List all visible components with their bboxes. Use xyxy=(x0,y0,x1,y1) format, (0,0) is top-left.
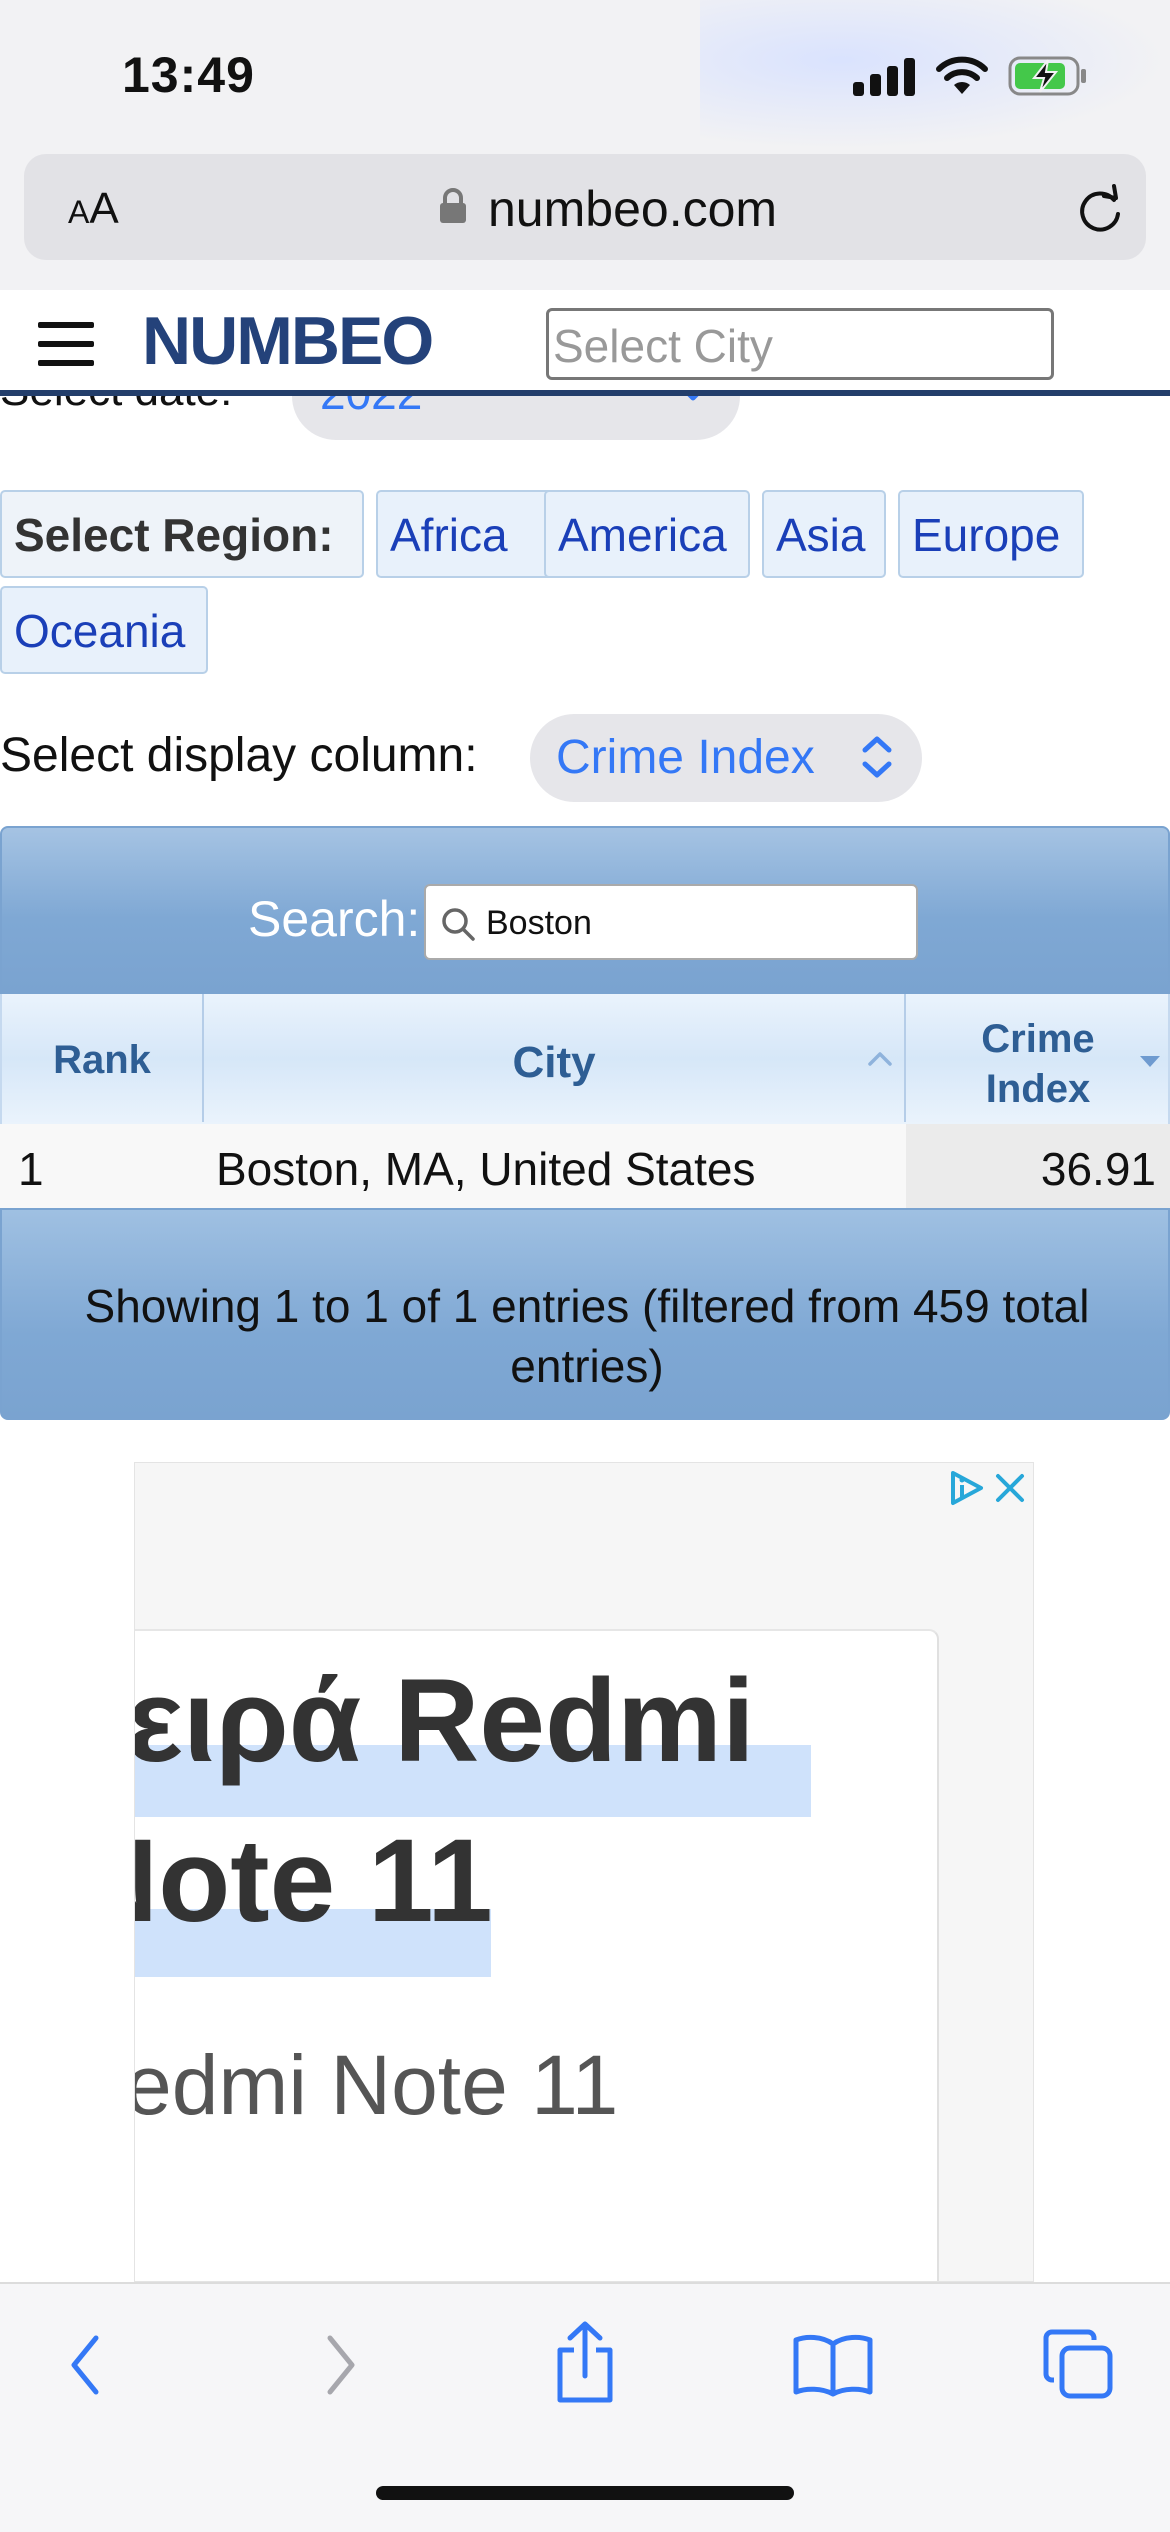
column-header-crime-index[interactable]: Crime Index xyxy=(906,994,1170,1122)
region-europe-link[interactable]: Europe xyxy=(898,490,1084,578)
status-bar: 13:49 xyxy=(0,0,1170,150)
advertisement[interactable]: ειρά Redmi Note 11 edmi Note 11 xyxy=(134,1462,1034,2282)
region-america-link[interactable]: America xyxy=(544,490,750,578)
browser-address-area: AA numbeo.com xyxy=(0,150,1170,290)
search-icon xyxy=(442,908,475,941)
signal-icon xyxy=(853,56,917,96)
ad-headline-line2: Note 11 xyxy=(135,1815,493,1947)
address-bar[interactable]: AA numbeo.com xyxy=(24,154,1146,260)
display-column-value: Crime Index xyxy=(556,731,815,784)
column-header-rank[interactable]: Rank xyxy=(2,994,204,1122)
status-time: 13:49 xyxy=(122,47,255,103)
battery-icon xyxy=(1008,56,1086,96)
close-icon[interactable] xyxy=(993,1471,1027,1505)
ad-subheadline: edmi Note 11 xyxy=(134,2038,619,2132)
forward-icon[interactable] xyxy=(318,2330,362,2400)
search-label: Search: xyxy=(248,891,421,947)
display-column-select[interactable]: Crime Index xyxy=(530,714,922,802)
reload-icon[interactable] xyxy=(1074,184,1126,236)
display-column-label: Select display column: xyxy=(0,729,478,782)
tabs-icon[interactable] xyxy=(1042,2328,1114,2400)
table-header: Rank City Crime Index xyxy=(0,994,1170,1124)
column-header-city-label: City xyxy=(512,1038,596,1087)
hamburger-icon[interactable] xyxy=(38,322,94,366)
ad-headline-line1: ειρά Redmi xyxy=(134,1655,755,1787)
sort-descending-icon xyxy=(1140,1056,1160,1067)
region-oceania-link[interactable]: Oceania xyxy=(0,586,208,674)
region-asia-link[interactable]: Asia xyxy=(762,490,886,578)
select-city-input[interactable]: Select City xyxy=(546,308,1054,380)
table-row[interactable]: 1 Boston, MA, United States 36.91 xyxy=(0,1124,1170,1208)
ad-choices-icon[interactable] xyxy=(947,1469,985,1507)
numbeo-logo[interactable]: NUMBEO xyxy=(142,302,434,380)
site-header: NUMBEO Select City xyxy=(0,290,1170,396)
table-footer: Showing 1 to 1 of 1 entries (filtered fr… xyxy=(0,1208,1170,1420)
search-input-value: Boston xyxy=(486,904,592,942)
column-header-city[interactable]: City xyxy=(204,994,906,1122)
bookmarks-icon[interactable] xyxy=(792,2332,874,2398)
lock-icon xyxy=(440,188,466,223)
region-label: Select Region: xyxy=(0,490,364,578)
table-search-input[interactable]: Boston xyxy=(424,884,918,960)
share-icon[interactable] xyxy=(550,2320,620,2406)
home-indicator[interactable] xyxy=(376,2486,794,2500)
cell-crime-index: 36.91 xyxy=(1040,1143,1156,1195)
chevron-updown-icon xyxy=(862,736,892,778)
reader-options-button[interactable]: AA xyxy=(68,184,119,234)
cell-rank: 1 xyxy=(18,1143,44,1195)
column-header-crime-line1: Crime xyxy=(981,1017,1095,1061)
cell-city[interactable]: Boston, MA, United States xyxy=(216,1142,756,1196)
wifi-icon xyxy=(936,56,988,94)
column-header-crime-line2: Index xyxy=(985,1067,1091,1111)
table-search-bar: Search: Boston xyxy=(0,826,1170,994)
table-info-text: Showing 1 to 1 of 1 entries (filtered fr… xyxy=(84,1280,1090,1392)
sort-ascending-icon xyxy=(868,1052,892,1066)
back-icon[interactable] xyxy=(64,2330,108,2400)
url-text[interactable]: numbeo.com xyxy=(488,180,777,238)
